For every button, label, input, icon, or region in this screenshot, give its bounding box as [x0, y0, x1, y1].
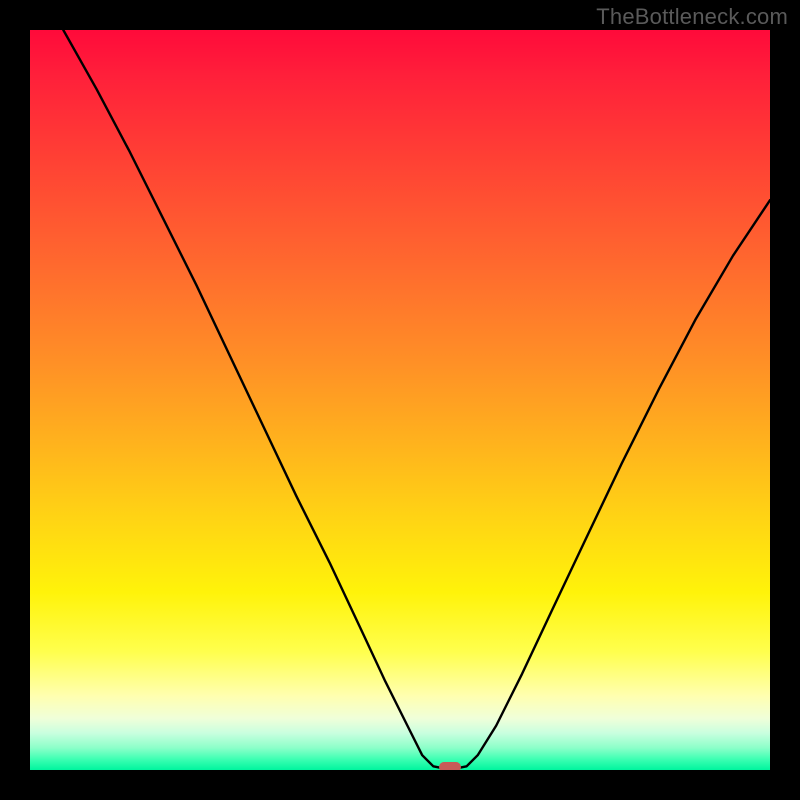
plot-area: [30, 30, 770, 770]
minimum-marker: [439, 762, 461, 770]
chart-frame: TheBottleneck.com: [0, 0, 800, 800]
watermark-text: TheBottleneck.com: [596, 4, 788, 30]
bottleneck-curve-path: [63, 30, 770, 769]
curve-svg: [30, 30, 770, 770]
